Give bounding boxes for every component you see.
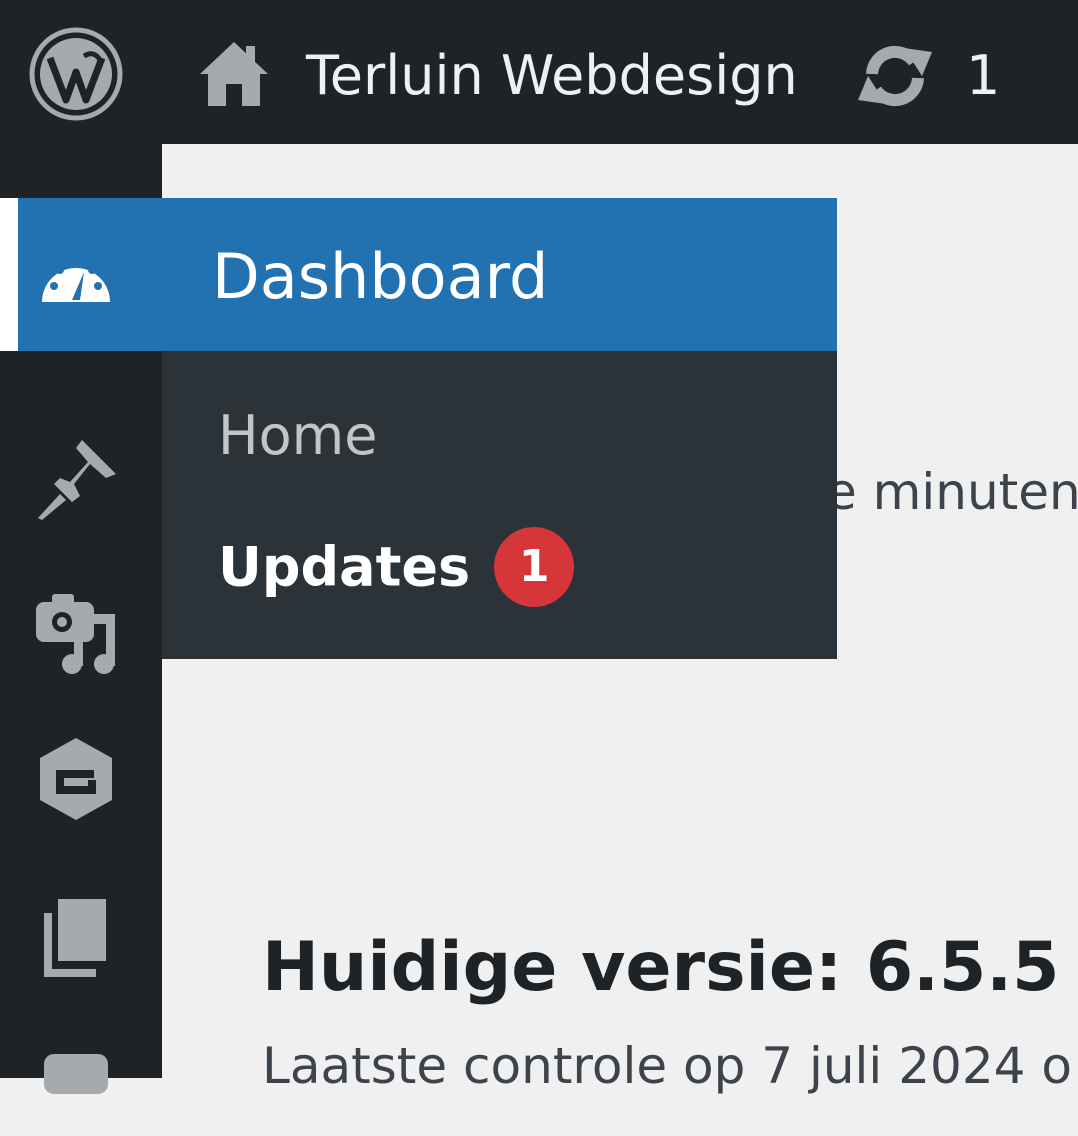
dashboard-submenu: Home Updates 1 (162, 351, 837, 659)
media-icon[interactable] (30, 584, 122, 676)
last-check-text: Laatste controle op 7 juli 2024 o (262, 1037, 1072, 1095)
submenu-updates-label: Updates (218, 535, 471, 599)
gravity-forms-icon[interactable] (30, 734, 122, 826)
wordpress-logo-icon[interactable] (28, 26, 124, 122)
comments-icon[interactable] (30, 1044, 122, 1136)
admin-bar: Terluin Webdesign 1 (0, 0, 1078, 144)
updates-count[interactable]: 1 (966, 40, 1000, 112)
last-check-text-partial: e minuten (826, 463, 1078, 521)
current-version-heading: Huidige versie: 6.5.5 (262, 928, 1060, 1007)
menu-item-dashboard[interactable]: Dashboard (18, 198, 837, 351)
dashboard-label: Dashboard (212, 240, 549, 313)
site-name-link[interactable]: Terluin Webdesign (306, 40, 798, 112)
pages-icon[interactable] (30, 889, 122, 981)
active-indicator (0, 198, 18, 351)
refresh-icon[interactable] (852, 44, 938, 108)
home-icon[interactable] (198, 36, 270, 108)
submenu-home-label: Home (218, 404, 378, 467)
pushpin-icon[interactable] (30, 434, 122, 526)
updates-count-badge: 1 (494, 527, 575, 607)
dashboard-gauge-icon (42, 258, 110, 302)
submenu-item-home[interactable]: Home (218, 403, 377, 469)
submenu-item-updates[interactable]: Updates 1 (218, 527, 575, 611)
